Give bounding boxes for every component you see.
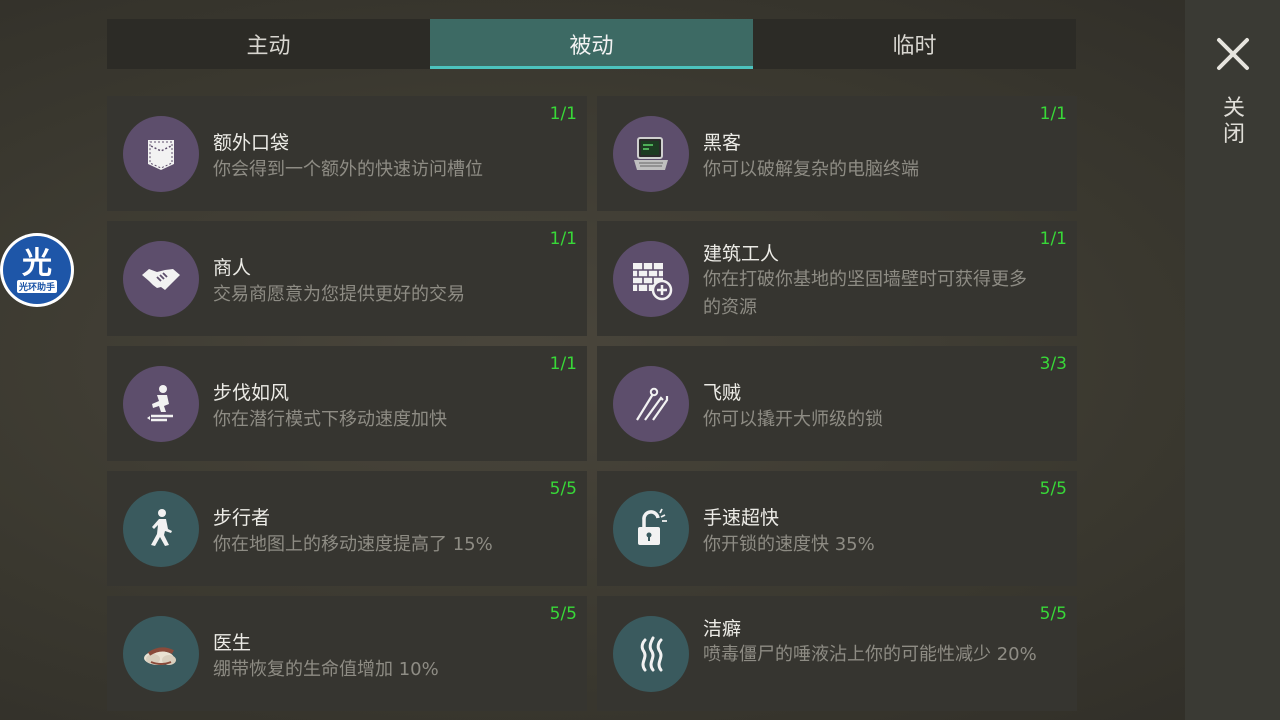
skill-card-extra-pocket[interactable]: 额外口袋 你会得到一个额外的快速访问槽位 1/1 bbox=[107, 96, 587, 211]
skill-card-burglar[interactable]: 飞贼 你可以撬开大师级的锁 3/3 bbox=[597, 346, 1077, 461]
skill-description: 你在地图上的移动速度提高了 15% bbox=[213, 534, 493, 555]
skill-level-count: 1/1 bbox=[549, 104, 577, 124]
lockpick-icon bbox=[613, 366, 689, 442]
skill-title: 飞贼 bbox=[703, 382, 742, 404]
skill-card-hacker[interactable]: 黑客 你可以破解复杂的电脑终端 1/1 bbox=[597, 96, 1077, 211]
tab-active-skills[interactable]: 主动 bbox=[107, 19, 430, 69]
skill-level-count: 5/5 bbox=[1039, 604, 1067, 624]
skill-card-neat-freak[interactable]: 洁癖 喷毒僵尸的唾液沾上你的可能性减少 20% 5/5 bbox=[597, 596, 1077, 711]
skill-level-count: 1/1 bbox=[1039, 104, 1067, 124]
skill-card-doctor[interactable]: 医生 绷带恢复的生命值增加 10% 5/5 bbox=[107, 596, 587, 711]
skill-description: 你开锁的速度快 35% bbox=[703, 534, 875, 555]
skill-title: 额外口袋 bbox=[213, 132, 290, 154]
skill-card-trader[interactable]: 商人 交易商愿意为您提供更好的交易 1/1 bbox=[107, 221, 587, 336]
tab-temporary-skills[interactable]: 临时 bbox=[753, 19, 1076, 69]
pocket-icon bbox=[123, 116, 199, 192]
skill-title: 商人 bbox=[213, 257, 252, 279]
skill-description: 喷毒僵尸的唾液沾上你的可能性减少 20% bbox=[703, 644, 1037, 665]
walker-icon bbox=[123, 491, 199, 567]
fumes-icon bbox=[613, 616, 689, 692]
skill-description: 你在潜行模式下移动速度加快 bbox=[213, 409, 447, 430]
skill-card-swift-step[interactable]: 步伐如风 你在潜行模式下移动速度加快 1/1 bbox=[107, 346, 587, 461]
skill-level-count: 1/1 bbox=[549, 354, 577, 374]
sneak-walk-icon bbox=[123, 366, 199, 442]
skill-level-count: 5/5 bbox=[549, 479, 577, 499]
skill-title: 手速超快 bbox=[703, 507, 780, 529]
skill-level-count: 5/5 bbox=[1039, 479, 1067, 499]
tab-passive-skills[interactable]: 被动 bbox=[430, 19, 753, 69]
skill-title: 步行者 bbox=[213, 507, 271, 529]
skill-title: 黑客 bbox=[703, 132, 742, 154]
skill-description: 你可以破解复杂的电脑终端 bbox=[703, 159, 919, 180]
assistant-logo: 光 光环助手 bbox=[3, 236, 71, 304]
skill-title: 医生 bbox=[213, 632, 252, 654]
brick-wall-plus-icon bbox=[613, 241, 689, 317]
handshake-icon bbox=[123, 241, 199, 317]
tab-bar: 主动 被动 临时 bbox=[107, 19, 1076, 69]
skill-description: 绷带恢复的生命值增加 10% bbox=[213, 659, 439, 680]
skill-card-walker[interactable]: 步行者 你在地图上的移动速度提高了 15% 5/5 bbox=[107, 471, 587, 586]
computer-terminal-icon bbox=[613, 116, 689, 192]
skill-description: 你可以撬开大师级的锁 bbox=[703, 409, 883, 430]
close-button[interactable]: 关闭 bbox=[1221, 96, 1247, 148]
skill-level-count: 3/3 bbox=[1039, 354, 1067, 374]
skill-level-count: 5/5 bbox=[549, 604, 577, 624]
skill-card-fast-hands[interactable]: 手速超快 你开锁的速度快 35% 5/5 bbox=[597, 471, 1077, 586]
skill-level-count: 1/1 bbox=[549, 229, 577, 249]
skill-card-builder[interactable]: 建筑工人 你在打破你基地的坚固墙壁时可获得更多的资源 1/1 bbox=[597, 221, 1077, 336]
skill-description: 你在打破你基地的坚固墙壁时可获得更多的资源 bbox=[703, 269, 1027, 318]
skill-description: 交易商愿意为您提供更好的交易 bbox=[213, 284, 465, 305]
badge-label: 光环助手 bbox=[16, 279, 57, 293]
assistant-overlay-badge[interactable]: 光 光环助手 bbox=[0, 233, 74, 307]
skill-title: 洁癖 bbox=[703, 618, 742, 640]
open-padlock-icon bbox=[613, 491, 689, 567]
skill-level-count: 1/1 bbox=[1039, 229, 1067, 249]
skill-title: 建筑工人 bbox=[703, 243, 780, 265]
skill-title: 步伐如风 bbox=[213, 382, 290, 404]
close-icon[interactable] bbox=[1215, 36, 1251, 72]
bandage-icon bbox=[123, 616, 199, 692]
badge-char: 光 bbox=[22, 245, 52, 281]
skill-description: 你会得到一个额外的快速访问槽位 bbox=[213, 159, 483, 180]
skill-grid: 额外口袋 你会得到一个额外的快速访问槽位 1/1 黑客 你可以破解复杂的电脑终端… bbox=[107, 96, 1077, 711]
